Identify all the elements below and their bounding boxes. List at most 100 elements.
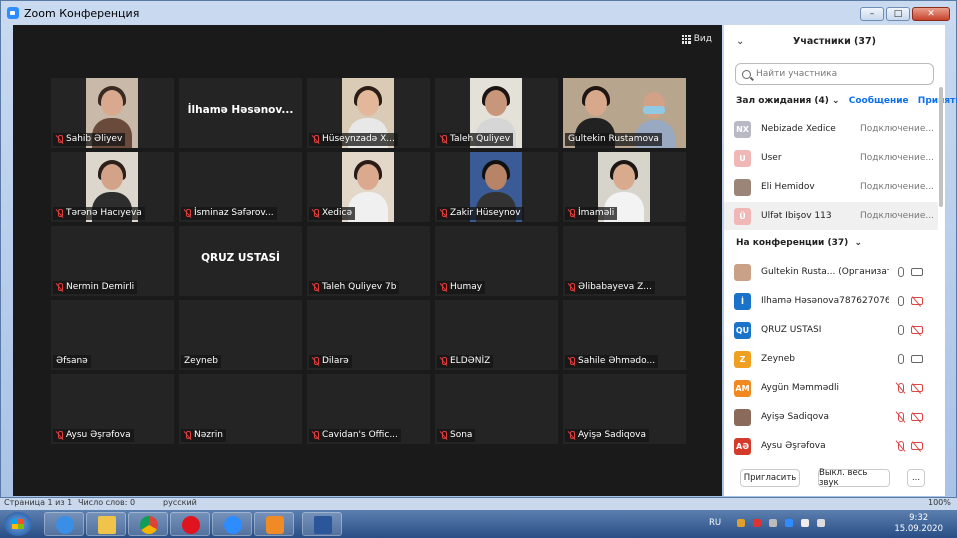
- video-tile[interactable]: Taleh Quliyev: [435, 78, 558, 148]
- close-button[interactable]: ✕: [912, 7, 950, 21]
- participant-name: Gultekin Rusta... (Организатор, я): [761, 267, 889, 277]
- collapse-chevron-icon[interactable]: ⌄: [736, 36, 744, 47]
- mic-icon[interactable]: [898, 296, 904, 306]
- video-tile[interactable]: Sahile Əhmədo...: [563, 300, 686, 370]
- admit-all-link[interactable]: Приняты: [918, 96, 957, 106]
- message-all-link[interactable]: Сообщение: [849, 96, 909, 106]
- participant-search-input[interactable]: Найти участника: [735, 63, 934, 85]
- taskbar: RU 9:32 15.09.2020: [0, 510, 957, 538]
- participant-row[interactable]: Z Zeyneb: [724, 345, 938, 373]
- camera-off-icon[interactable]: [911, 413, 923, 421]
- more-button[interactable]: ...: [907, 469, 925, 487]
- mute-all-button[interactable]: Выкл. весь звук: [818, 468, 890, 488]
- video-tile[interactable]: İsminaz Səfərov...: [179, 152, 302, 222]
- video-tile[interactable]: Cavidan's Offic...: [307, 374, 430, 444]
- in-meeting-header[interactable]: На конференции (37) ⌄: [736, 238, 862, 248]
- zoom-taskbar-icon[interactable]: [212, 512, 252, 536]
- ie-taskbar-icon[interactable]: [44, 512, 84, 536]
- media-player-taskbar-icon[interactable]: [254, 512, 294, 536]
- mic-muted-icon[interactable]: [898, 383, 904, 393]
- participant-row[interactable]: Ayişə Sadiqova: [724, 403, 938, 431]
- participant-name: Nermin Demirli: [66, 282, 135, 292]
- participant-row[interactable]: Gultekin Rusta... (Организатор, я): [724, 258, 938, 286]
- camera-off-icon[interactable]: [911, 442, 923, 450]
- mic-muted-icon[interactable]: [898, 412, 904, 422]
- video-tile[interactable]: Əlibabayeva Z...: [563, 226, 686, 296]
- camera-off-icon[interactable]: [911, 384, 923, 392]
- word-taskbar-icon[interactable]: [302, 512, 342, 536]
- waiting-participant-row[interactable]: NX Nebizade Xedice Подключение...: [724, 115, 938, 143]
- chrome-taskbar-icon[interactable]: [128, 512, 168, 536]
- mic-muted-icon: [568, 430, 575, 441]
- participant-row[interactable]: AM Aygün Məmmədli: [724, 374, 938, 402]
- video-tile[interactable]: QRUZ USTASİ: [179, 226, 302, 296]
- video-tile[interactable]: Sona: [435, 374, 558, 444]
- opera-taskbar-icon[interactable]: [170, 512, 210, 536]
- tray-volume-icon[interactable]: [817, 519, 825, 527]
- tray-app-icon[interactable]: [753, 519, 761, 527]
- video-tile[interactable]: Dilarə: [307, 300, 430, 370]
- video-tile[interactable]: Xedicə: [307, 152, 430, 222]
- participant-name: Hüseynzadə X...: [322, 134, 395, 144]
- video-tile[interactable]: Nəzrin: [179, 374, 302, 444]
- video-tile[interactable]: Əfsanə: [51, 300, 174, 370]
- start-button[interactable]: [4, 512, 32, 536]
- participant-name-label: Sahile Əhmədo...: [565, 355, 659, 368]
- participant-name: Əlibabayeva Z...: [578, 282, 652, 292]
- video-tile[interactable]: ELDƏNİZ: [435, 300, 558, 370]
- language-status: русский: [163, 498, 197, 507]
- participant-row[interactable]: AƏ Aysu Əşrəfova: [724, 432, 938, 460]
- view-button[interactable]: Вид: [681, 34, 712, 44]
- video-tile[interactable]: İmaməli: [563, 152, 686, 222]
- minimize-button[interactable]: –: [860, 7, 884, 21]
- tray-app-icon[interactable]: [769, 519, 777, 527]
- video-tile[interactable]: Taleh Quliyev 7b: [307, 226, 430, 296]
- waiting-room-header[interactable]: Зал ожидания (4) ⌄ Сообщение Приняты: [736, 96, 957, 106]
- invite-button[interactable]: Пригласить: [740, 469, 800, 487]
- video-tile[interactable]: Gultekin Rustamova: [563, 78, 686, 148]
- video-tile[interactable]: Zakir Hüseynov: [435, 152, 558, 222]
- mic-muted-icon: [568, 356, 575, 367]
- participant-name: Zeyneb: [184, 356, 218, 366]
- camera-off-icon[interactable]: [911, 297, 923, 305]
- mic-icon[interactable]: [898, 354, 904, 364]
- participant-name-label: Nermin Demirli: [53, 281, 138, 294]
- clock-time: 9:32: [909, 513, 929, 523]
- language-indicator[interactable]: RU: [709, 518, 721, 528]
- mic-muted-icon[interactable]: [898, 441, 904, 451]
- mic-icon[interactable]: [898, 267, 904, 277]
- video-tile[interactable]: Ayişə Sadiqova: [563, 374, 686, 444]
- video-tile[interactable]: Aysu Əşrəfova: [51, 374, 174, 444]
- panel-scrollbar[interactable]: [939, 87, 943, 207]
- maximize-button[interactable]: □: [886, 7, 910, 21]
- video-tile[interactable]: İlhamə Həsənov...: [179, 78, 302, 148]
- explorer-taskbar-icon[interactable]: [86, 512, 126, 536]
- mic-icon[interactable]: [898, 325, 904, 335]
- waiting-participant-row[interactable]: Eli Hemidov Подключение...: [724, 173, 938, 201]
- video-tile[interactable]: Zeyneb: [179, 300, 302, 370]
- video-tile[interactable]: Nermin Demirli: [51, 226, 174, 296]
- tray-app-icon[interactable]: [737, 519, 745, 527]
- participant-row[interactable]: İ İlhamə Həsənova78762707622: [724, 287, 938, 315]
- tray-zoom-icon[interactable]: [785, 519, 793, 527]
- video-tile[interactable]: Hüseynzadə X...: [307, 78, 430, 148]
- video-tile[interactable]: Humay: [435, 226, 558, 296]
- word-status-bar: Страница 1 из 1 Число слов: 0 русский 10…: [0, 498, 957, 510]
- waiting-participant-row[interactable]: U User Подключение...: [724, 144, 938, 172]
- mic-muted-icon: [440, 282, 447, 293]
- camera-off-icon[interactable]: [911, 326, 923, 334]
- clock[interactable]: 9:32 15.09.2020: [894, 513, 943, 535]
- zoom-logo-icon: [7, 7, 19, 19]
- avatar: U: [734, 149, 751, 167]
- camera-icon[interactable]: [911, 268, 923, 276]
- waiting-participant-row[interactable]: Ü Ülfət İbişov 113 Подключение...: [724, 202, 938, 230]
- video-tile[interactable]: Sahib Əliyev: [51, 78, 174, 148]
- camera-icon[interactable]: [911, 355, 923, 363]
- participants-panel: ⌄ Участники (37) Найти участника Зал ожи…: [724, 25, 957, 496]
- tray-network-icon[interactable]: [801, 519, 809, 527]
- participants-header: ⌄ Участники (37): [724, 25, 945, 58]
- video-tile[interactable]: Tərənə Hacıyeva: [51, 152, 174, 222]
- window-title: Zoom Конференция: [24, 6, 140, 20]
- participant-name-label: Ayişə Sadiqova: [565, 429, 649, 442]
- participant-row[interactable]: QU QRUZ USTASİ: [724, 316, 938, 344]
